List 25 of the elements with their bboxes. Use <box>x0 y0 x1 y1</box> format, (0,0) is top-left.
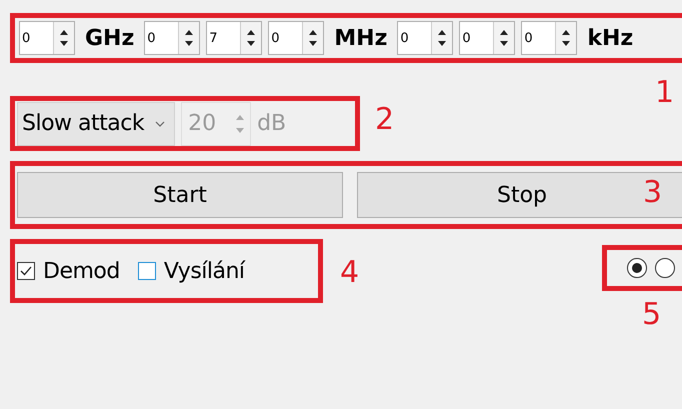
radio-button[interactable] <box>655 258 675 278</box>
spin-box[interactable]: 0 <box>144 21 200 55</box>
annotation-number: 5 <box>642 300 662 330</box>
checkbox-label: Demod <box>43 258 120 284</box>
annotation-number: 1 <box>655 78 674 108</box>
checkbox-label: Vysílání <box>164 258 245 284</box>
unit-label: kHz <box>587 26 634 50</box>
mode-dropdown[interactable]: Slow attack <box>17 102 176 146</box>
spin-box[interactable]: 0 <box>397 21 454 55</box>
caret-icon <box>154 120 166 128</box>
spin-box[interactable]: 0 <box>521 21 578 55</box>
spin-box[interactable]: 0 <box>19 21 75 55</box>
spin-box[interactable]: 0 <box>459 21 516 55</box>
spin-box[interactable]: 0 <box>268 21 324 55</box>
unit-label: GHz <box>85 26 134 50</box>
annotation-number: 4 <box>340 258 360 288</box>
radio-button[interactable] <box>627 258 647 278</box>
action-button[interactable]: Start <box>17 172 343 218</box>
checkbox[interactable] <box>17 262 35 280</box>
unit-label: MHz <box>334 26 388 50</box>
annotation-number: 3 <box>643 178 662 208</box>
annotation-number: 2 <box>375 105 394 135</box>
spin-box[interactable]: 7 <box>206 21 262 55</box>
unit-label: dB <box>257 111 286 136</box>
checkbox[interactable] <box>138 262 156 280</box>
